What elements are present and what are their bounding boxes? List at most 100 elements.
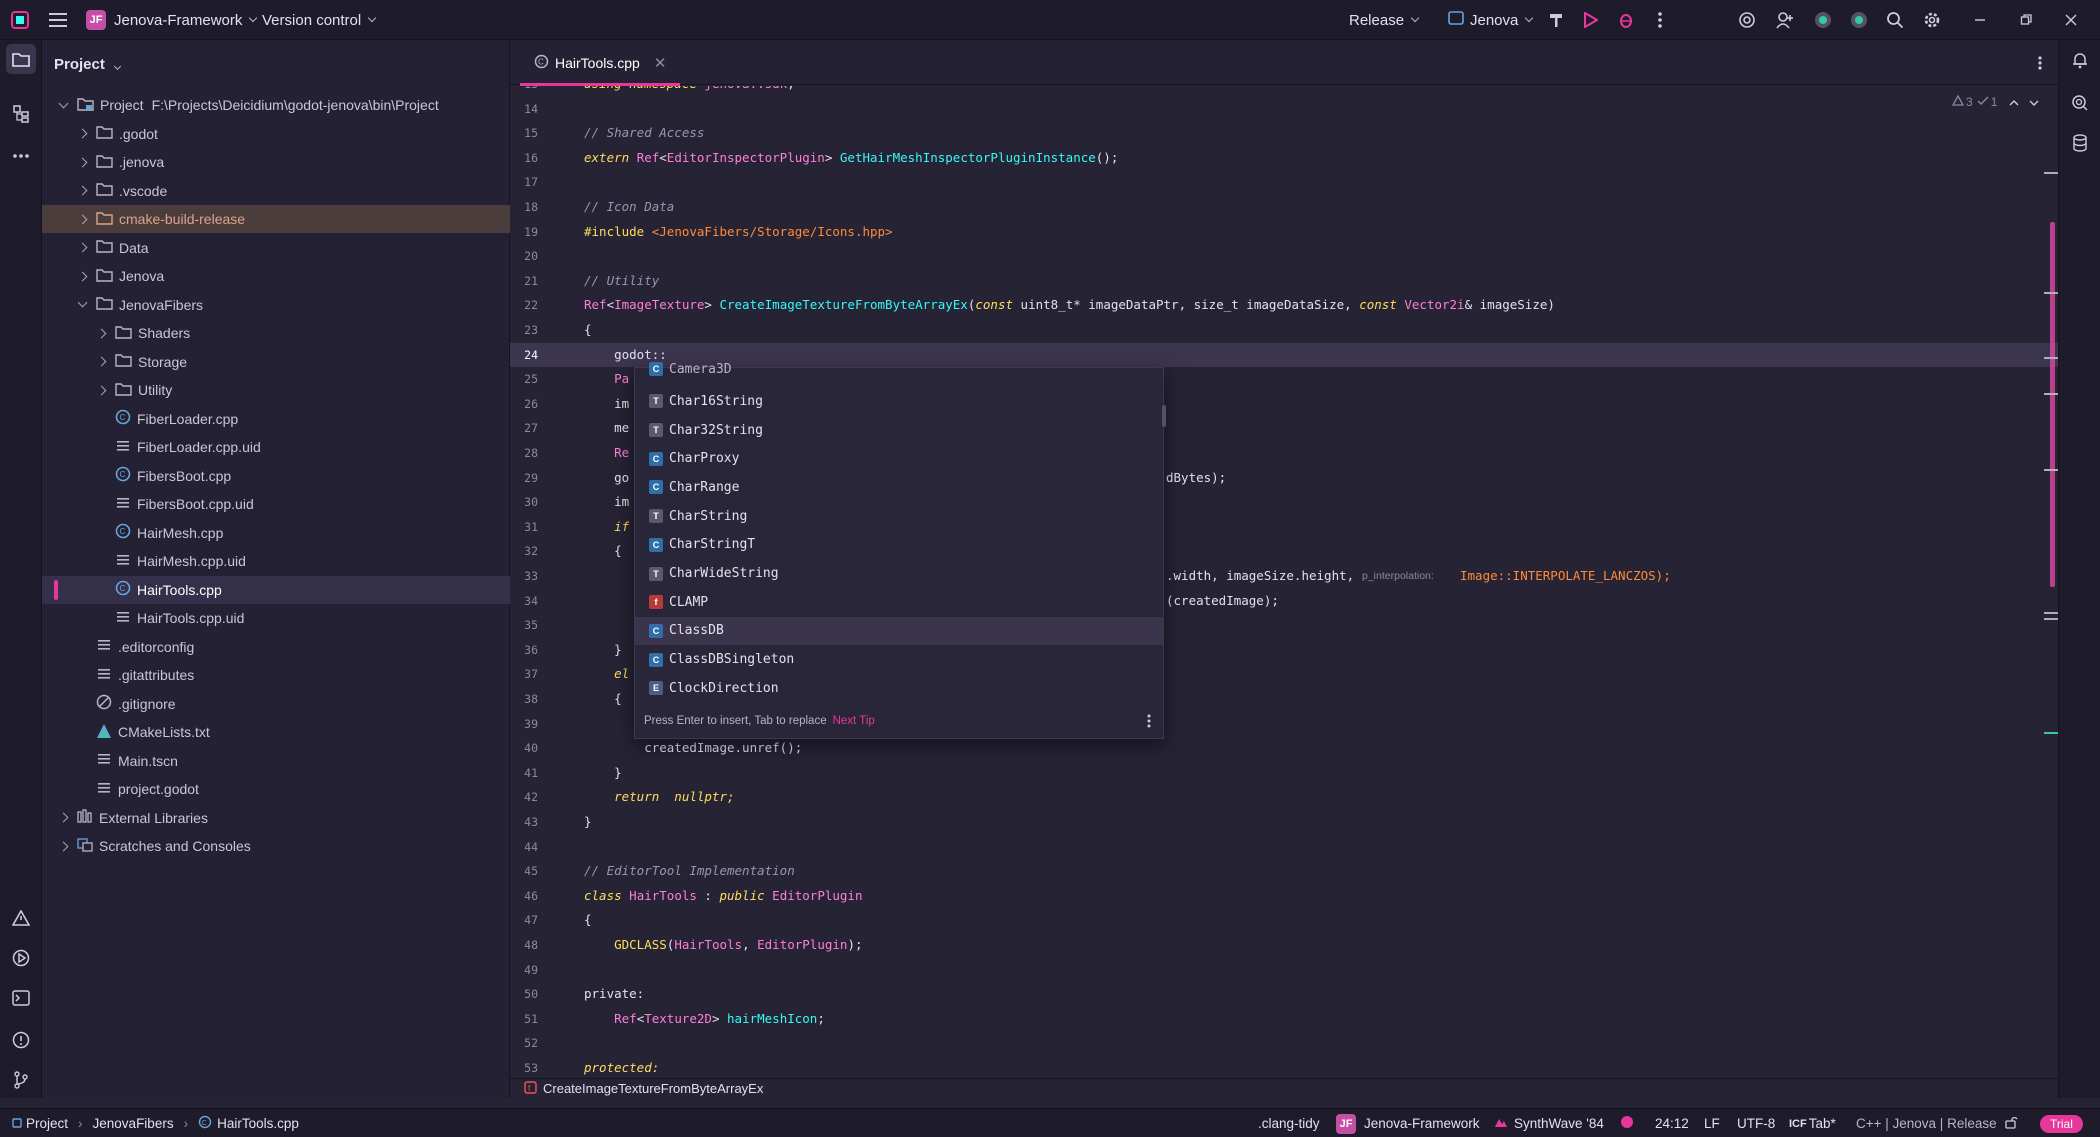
breadcrumb-function[interactable]: CreateImageTextureFromByteArrayEx <box>543 1081 763 1096</box>
project-view-selector[interactable]: Project <box>54 56 122 73</box>
main-menu-icon[interactable] <box>48 10 68 30</box>
expand-arrow-icon[interactable] <box>77 297 88 308</box>
expand-arrow-icon[interactable] <box>77 271 88 281</box>
tree-item-folder[interactable]: .jenova <box>42 148 510 176</box>
clang-tidy-status[interactable]: .clang-tidy <box>1258 1109 1320 1137</box>
chevron-up-icon[interactable] <box>2009 95 2019 109</box>
completion-scrollbar[interactable] <box>1162 405 1166 427</box>
database-icon[interactable] <box>2070 133 2090 153</box>
lock-toggle[interactable] <box>2004 1109 2018 1137</box>
more-actions-icon[interactable] <box>1650 10 1670 30</box>
expand-arrow-icon[interactable] <box>77 185 88 196</box>
tree-item-file[interactable]: HairTools.cpp.uid <box>42 604 510 632</box>
tree-item-file[interactable]: .gitattributes <box>42 661 510 689</box>
project-widget[interactable]: JF Jenova-Framework <box>1336 1109 1480 1137</box>
folder-icon[interactable] <box>6 44 36 74</box>
completion-item[interactable]: T Char16String <box>635 387 1163 416</box>
tree-item-folder[interactable]: Utility <box>42 376 510 404</box>
hammer-icon[interactable] <box>1546 10 1566 30</box>
expand-arrow-icon[interactable] <box>96 356 107 367</box>
project-selector[interactable]: JF Jenova-Framework <box>86 0 258 40</box>
expand-arrow-icon[interactable] <box>58 98 69 108</box>
tree-item-file[interactable]: FiberLoader.cpp.uid <box>42 433 510 461</box>
tree-item-file-selected[interactable]: C HairTools.cpp <box>42 575 510 604</box>
editor-breadcrumb[interactable]: f CreateImageTextureFromByteArrayEx <box>510 1078 2058 1098</box>
crumb-file[interactable]: HairTools.cpp <box>217 1116 299 1131</box>
tree-item-excluded-folder[interactable]: cmake-build-release <box>42 205 510 233</box>
status-dot-icon[interactable] <box>1849 10 1869 30</box>
tree-item-external-libraries[interactable]: External Libraries <box>42 804 510 832</box>
debug-icon[interactable] <box>1616 10 1636 30</box>
completion-item[interactable]: C CharRange <box>635 473 1163 502</box>
status-breadcrumb[interactable]: Project › JenovaFibers › C HairTools.cpp <box>12 1109 299 1137</box>
expand-arrow-icon[interactable] <box>77 128 88 139</box>
file-encoding[interactable]: UTF-8 <box>1737 1109 1775 1137</box>
tree-item-file[interactable]: .gitignore <box>42 690 510 718</box>
expand-arrow-icon[interactable] <box>58 812 69 823</box>
close-icon[interactable]: ✕ <box>654 54 667 72</box>
completion-item[interactable]: C CharProxy <box>635 444 1163 473</box>
crumb-folder[interactable]: JenovaFibers <box>93 1116 174 1131</box>
editor-scrollbar-thumb[interactable] <box>2050 222 2055 587</box>
tree-item-folder[interactable]: Data <box>42 234 510 262</box>
more-options-icon[interactable] <box>1147 714 1151 731</box>
tree-item-file[interactable]: HairMesh.cpp.uid <box>42 547 510 575</box>
completion-item[interactable]: T CharString <box>635 502 1163 531</box>
completion-item[interactable]: E ClockDirection <box>635 674 1163 703</box>
minimize-icon[interactable] <box>1970 10 1990 30</box>
completion-popup[interactable]: C Camera3D T Char16String T Char32String CC… <box>634 362 1166 739</box>
tree-item-file[interactable]: C FiberLoader.cpp <box>42 405 510 433</box>
language-context[interactable]: C++ | Jenova | Release <box>1856 1109 1997 1137</box>
ai-assistant-icon[interactable] <box>1737 10 1757 30</box>
expand-arrow-icon[interactable] <box>77 157 88 167</box>
completion-item[interactable]: T CharWideString <box>635 559 1163 588</box>
problems-icon[interactable] <box>11 908 31 928</box>
tree-item-file[interactable]: Main.tscn <box>42 747 510 775</box>
ai-chat-icon[interactable] <box>2070 93 2090 113</box>
add-user-icon[interactable] <box>1775 10 1795 30</box>
more-tabs-icon[interactable] <box>2032 55 2048 71</box>
completion-item[interactable]: C ClassDBSingleton <box>635 645 1163 674</box>
notifications-icon[interactable] <box>2070 50 2090 70</box>
structure-icon[interactable] <box>11 104 31 124</box>
completion-item[interactable]: T Char32String <box>635 416 1163 445</box>
caret-position[interactable]: 24:12 <box>1655 1109 1689 1137</box>
tree-item-folder[interactable]: .vscode <box>42 177 510 205</box>
run-config-selector[interactable]: Release <box>1349 0 1420 40</box>
tree-item-file[interactable]: FibersBoot.cpp.uid <box>42 490 510 518</box>
trial-badge[interactable]: Trial <box>2040 1109 2083 1137</box>
tree-item-file[interactable]: C FibersBoot.cpp <box>42 462 510 490</box>
tree-item-folder[interactable]: JenovaFibers <box>42 291 510 319</box>
tree-root-project[interactable]: Project F:\Projects\Deicidium\godot-jeno… <box>42 91 510 119</box>
app-logo-icon[interactable] <box>10 10 30 30</box>
search-icon[interactable] <box>1885 10 1905 30</box>
theme-widget[interactable]: SynthWave '84 <box>1494 1109 1604 1137</box>
chevron-down-icon[interactable] <box>2029 95 2039 109</box>
git-branch-icon[interactable] <box>11 1070 31 1090</box>
tab-hairtools-cpp[interactable]: C HairTools.cpp ✕ <box>520 40 681 86</box>
services-icon[interactable] <box>11 948 31 968</box>
completion-item[interactable]: C CharStringT <box>635 531 1163 560</box>
next-tip-link[interactable]: Next Tip <box>833 715 875 727</box>
tree-item-folder[interactable]: Jenova <box>42 262 510 290</box>
tree-item-file[interactable]: .editorconfig <box>42 633 510 661</box>
crumb-project[interactable]: Project <box>26 1116 68 1131</box>
tree-item-folder[interactable]: Shaders <box>42 319 510 347</box>
line-ending[interactable]: LF <box>1704 1109 1720 1137</box>
tree-item-folder[interactable]: Storage <box>42 348 510 376</box>
completion-item-partial[interactable]: C Camera3D <box>635 360 1163 378</box>
expand-arrow-icon[interactable] <box>58 841 69 851</box>
expand-arrow-icon[interactable] <box>96 328 107 338</box>
tree-item-file[interactable]: CMakeLists.txt <box>42 718 510 746</box>
run-icon[interactable] <box>1581 10 1601 30</box>
run-target-selector[interactable]: Jenova <box>1448 0 1534 40</box>
tree-item-file[interactable]: C HairMesh.cpp <box>42 519 510 547</box>
close-icon[interactable] <box>2061 10 2081 30</box>
status-dot-icon[interactable] <box>1813 10 1833 30</box>
notifications-log-icon[interactable] <box>11 1030 31 1050</box>
tree-item-folder[interactable]: .godot <box>42 120 510 148</box>
completion-item[interactable]: f CLAMP <box>635 588 1163 617</box>
expand-arrow-icon[interactable] <box>77 214 88 224</box>
tree-item-scratches[interactable]: Scratches and Consoles <box>42 832 510 860</box>
restore-icon[interactable] <box>2016 10 2036 30</box>
